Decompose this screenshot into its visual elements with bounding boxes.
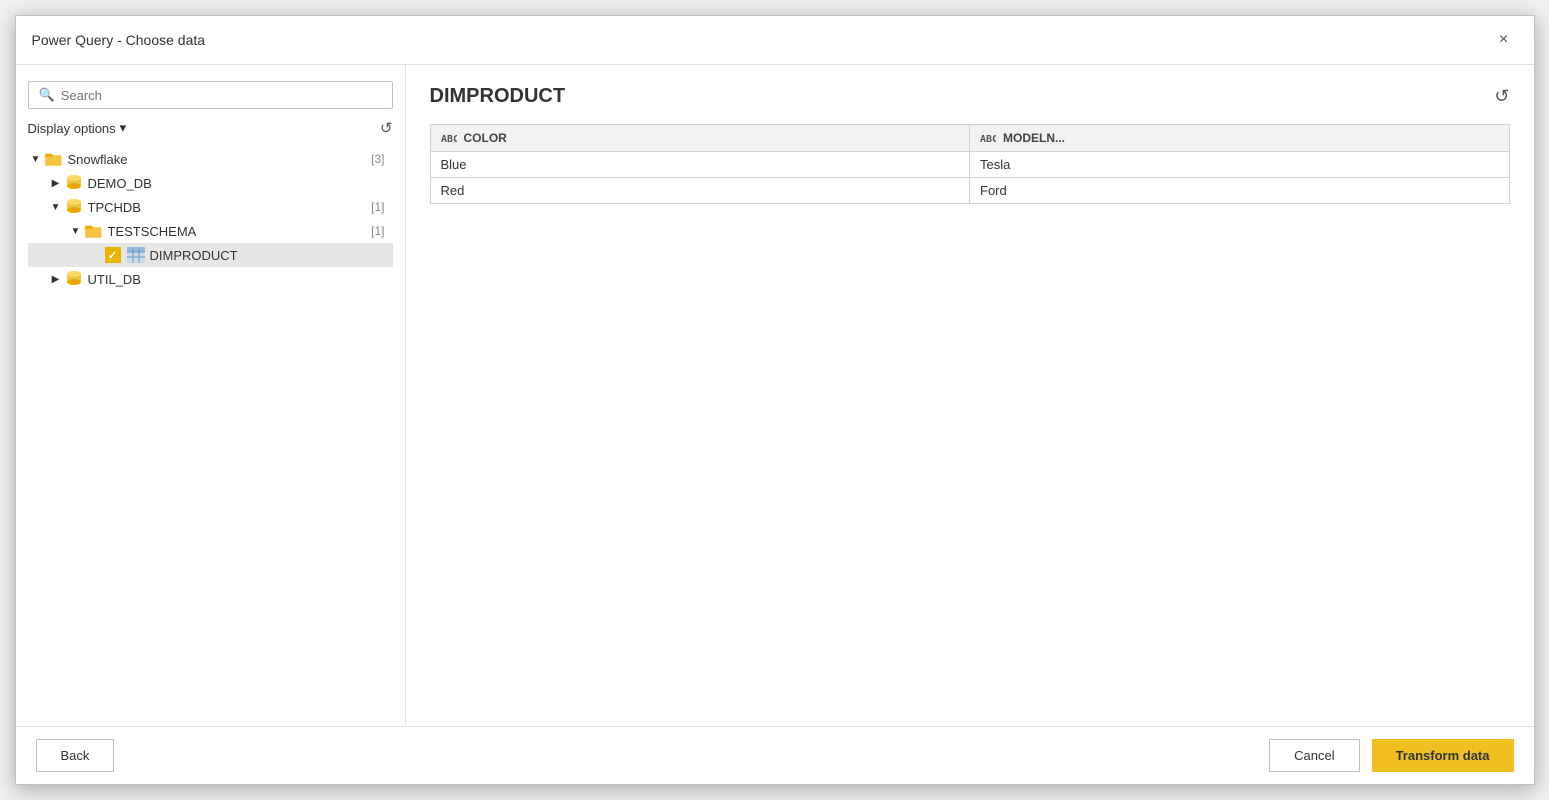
cancel-button[interactable]: Cancel xyxy=(1269,739,1359,772)
db-icon-util-db xyxy=(64,270,84,288)
tree-label-testschema: TESTSCHEMA xyxy=(108,224,372,239)
tree-count-tpchdb: [1] xyxy=(371,200,384,214)
checkbox-dimproduct[interactable] xyxy=(104,246,122,264)
tree-label-util-db: UTIL_DB xyxy=(88,272,393,287)
checkbox-checked-icon xyxy=(105,247,121,263)
tree-item-util-db[interactable]: ▶ UTIL_DB xyxy=(28,267,393,291)
tree-count-testschema: [1] xyxy=(371,224,384,238)
footer-right: Cancel Transform data xyxy=(1269,739,1513,772)
expand-arrow-tpchdb: ▼ xyxy=(48,199,64,215)
tree-item-snowflake[interactable]: ▼ Snowflake [3] xyxy=(28,147,393,171)
left-panel-refresh-button[interactable]: ↺ xyxy=(380,119,393,137)
db-icon-tpchdb xyxy=(64,198,84,216)
col-type-icon-color: ABC xyxy=(441,131,459,145)
footer: Back Cancel Transform data xyxy=(16,726,1534,784)
tree-item-testschema[interactable]: ▼ TESTSCHEMA [1] xyxy=(28,219,393,243)
col-label-modeln: MODELN... xyxy=(1003,131,1065,145)
folder-icon-snowflake xyxy=(44,150,64,168)
table-row: Red Ford xyxy=(430,178,1509,204)
svg-text:ABC: ABC xyxy=(441,134,457,145)
expand-arrow-testschema: ▼ xyxy=(68,223,84,239)
tree-label-tpchdb: TPCHDB xyxy=(88,200,372,215)
back-button[interactable]: Back xyxy=(36,739,115,772)
search-box: 🔍 xyxy=(28,81,393,109)
tree-label-dimproduct: DIMPRODUCT xyxy=(150,248,393,263)
col-header-color: ABC COLOR xyxy=(430,125,970,152)
table-icon-dimproduct xyxy=(126,246,146,264)
cell-color-2: Red xyxy=(430,178,970,204)
title-bar: Power Query - Choose data × xyxy=(16,16,1534,65)
search-input[interactable] xyxy=(61,88,382,103)
data-table: ABC COLOR ABC xyxy=(430,124,1510,204)
tree-container[interactable]: ▼ Snowflake [3] ▶ xyxy=(28,147,393,714)
display-options-button[interactable]: Display options ▾ xyxy=(28,120,127,136)
db-icon-demo-db xyxy=(64,174,84,192)
right-panel: DIMPRODUCT ↺ ABC COLOR xyxy=(406,65,1534,726)
tree-label-demo-db: DEMO_DB xyxy=(88,176,393,191)
left-panel: 🔍 Display options ▾ ↺ ▼ xyxy=(16,65,406,726)
expand-arrow-util-db: ▶ xyxy=(48,271,64,287)
cell-model-1: Tesla xyxy=(970,152,1510,178)
tree-label-snowflake: Snowflake xyxy=(68,152,372,167)
tree-item-dimproduct[interactable]: DIMPRODUCT xyxy=(28,243,393,267)
main-content: 🔍 Display options ▾ ↺ ▼ xyxy=(16,65,1534,726)
table-row: Blue Tesla xyxy=(430,152,1509,178)
close-button[interactable]: × xyxy=(1490,26,1518,54)
table-title: DIMPRODUCT xyxy=(430,85,566,108)
expand-arrow-snowflake: ▼ xyxy=(28,151,44,167)
dialog: Power Query - Choose data × 🔍 Display op… xyxy=(15,15,1535,785)
search-icon: 🔍 xyxy=(39,87,55,103)
col-type-icon-modeln: ABC xyxy=(980,131,998,145)
display-options-label: Display options xyxy=(28,121,116,136)
display-options-row: Display options ▾ ↺ xyxy=(28,119,393,137)
folder-icon-testschema xyxy=(84,222,104,240)
col-label-color: COLOR xyxy=(464,131,507,145)
table-title-row: DIMPRODUCT ↺ xyxy=(430,85,1510,108)
tree-count-snowflake: [3] xyxy=(371,152,384,166)
cell-color-1: Blue xyxy=(430,152,970,178)
table-refresh-button[interactable]: ↺ xyxy=(1494,86,1509,107)
col-header-modeln: ABC MODELN... xyxy=(970,125,1510,152)
svg-text:ABC: ABC xyxy=(980,134,996,145)
table-header-row: ABC COLOR ABC xyxy=(430,125,1509,152)
expand-arrow-demo-db: ▶ xyxy=(48,175,64,191)
tree-item-demo-db[interactable]: ▶ DEMO_DB xyxy=(28,171,393,195)
cell-model-2: Ford xyxy=(970,178,1510,204)
transform-data-button[interactable]: Transform data xyxy=(1372,739,1514,772)
table-body: Blue Tesla Red Ford xyxy=(430,152,1509,204)
chevron-down-icon: ▾ xyxy=(120,120,127,136)
dialog-title: Power Query - Choose data xyxy=(32,32,206,48)
tree-item-tpchdb[interactable]: ▼ TPCHDB [1] xyxy=(28,195,393,219)
